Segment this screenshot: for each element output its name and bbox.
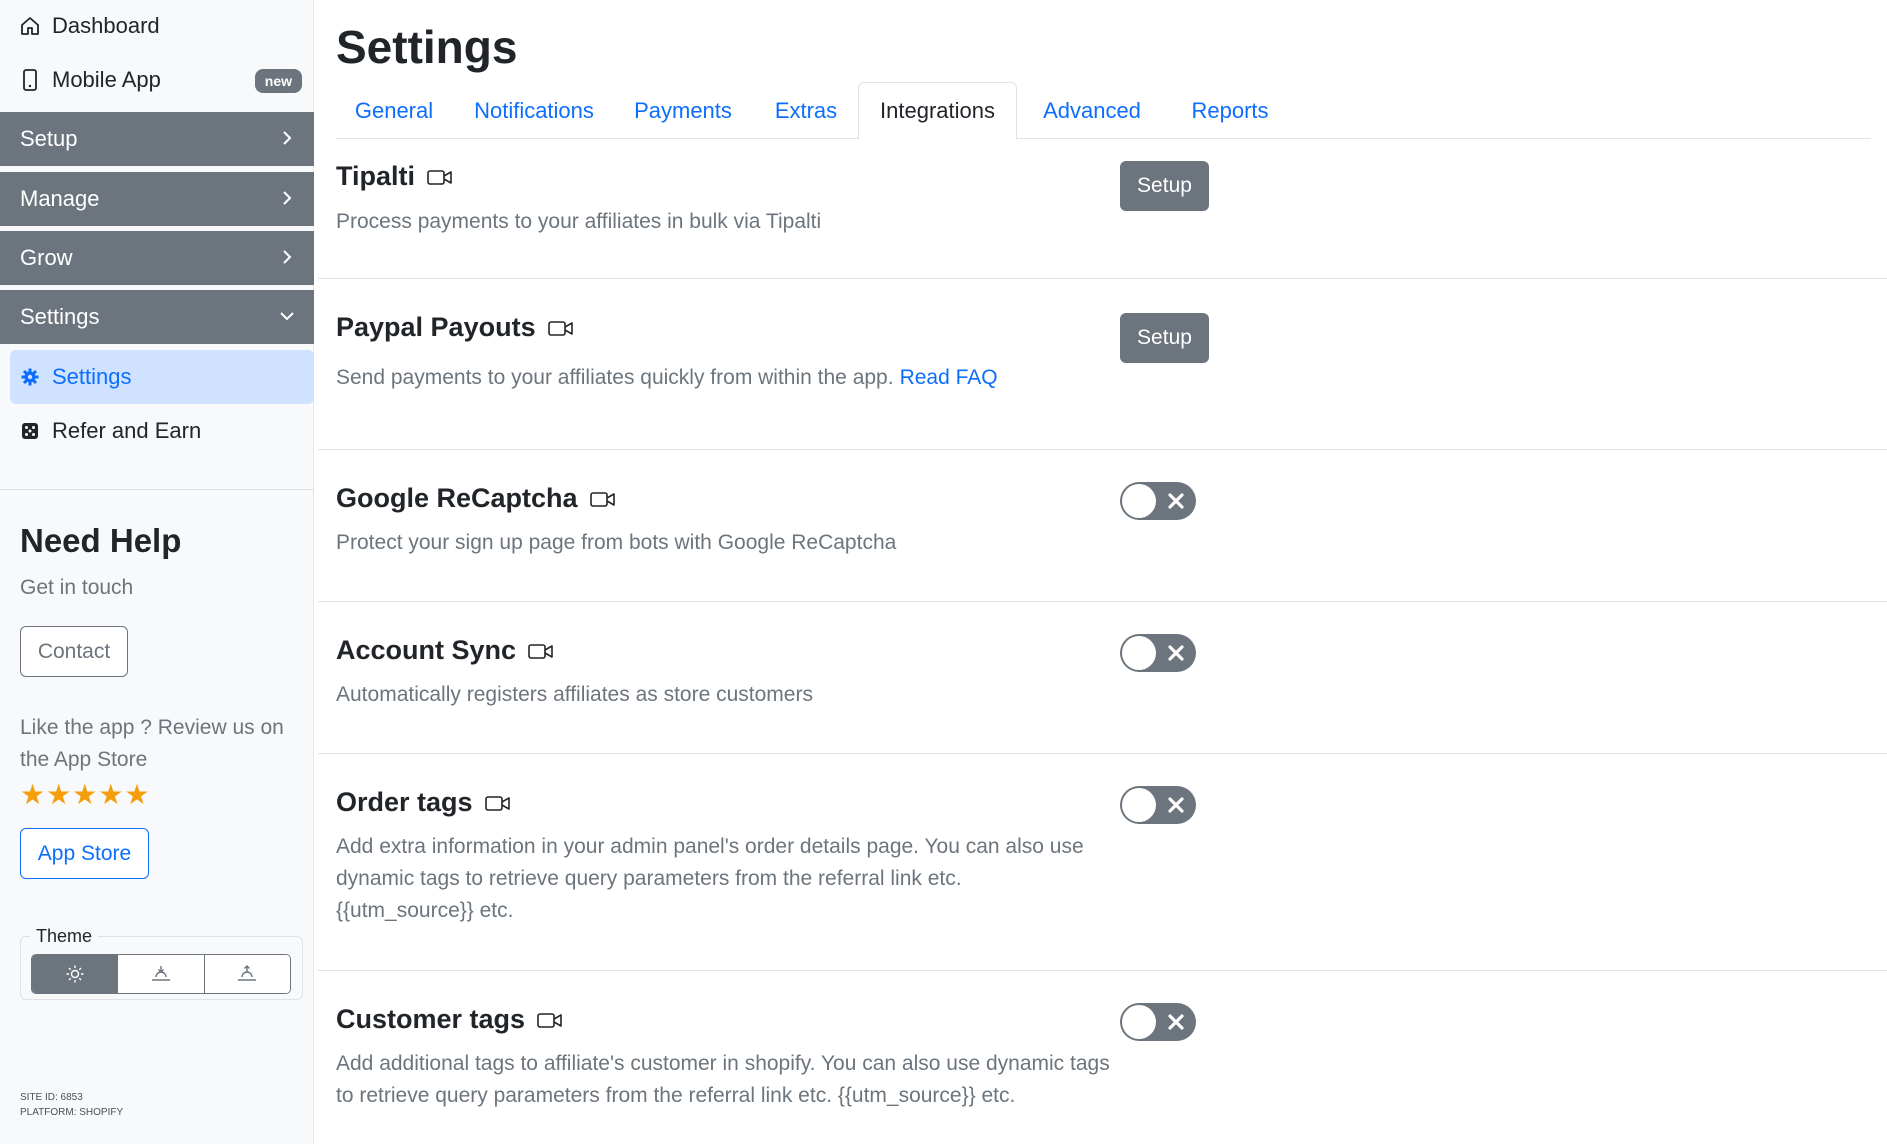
theme-switcher — [31, 954, 291, 994]
review-text: Like the app ? Review us on the App Stor… — [20, 716, 284, 771]
integration-row-account-sync: Account Sync Automatically registers aff… — [318, 602, 1887, 754]
integration-title-text: Tipalti — [336, 161, 416, 191]
integration-title: Tipalti — [336, 161, 453, 192]
integration-row-tipalti: Tipalti Process payments to your affilia… — [318, 139, 1887, 279]
tab-advanced[interactable]: Advanced — [1017, 82, 1167, 139]
integration-title-text: Google ReCaptcha — [336, 483, 578, 513]
theme-sunrise-button[interactable] — [204, 955, 290, 993]
section-label: Settings — [20, 304, 100, 329]
section-label: Manage — [20, 186, 100, 211]
video-icon[interactable] — [589, 490, 616, 508]
integration-row-order-tags: Order tags Add extra information in your… — [318, 754, 1887, 971]
recaptcha-toggle[interactable] — [1120, 482, 1196, 520]
integration-description-text: Send payments to your affiliates quickly… — [336, 366, 894, 389]
integration-description: Add additional tags to affiliate's custo… — [336, 1052, 1110, 1107]
dice-icon — [20, 421, 40, 441]
integration-title: Google ReCaptcha — [336, 483, 616, 514]
toggle-knob — [1122, 1005, 1156, 1039]
platform: PLATFORM: SHOPIFY — [20, 1107, 124, 1118]
theme-light-button[interactable] — [32, 955, 119, 993]
integration-row-google-recaptcha: Google ReCaptcha Protect your sign up pa… — [318, 450, 1887, 602]
integration-title: Account Sync — [336, 635, 554, 666]
phone-icon — [20, 69, 40, 91]
close-icon — [1168, 645, 1184, 661]
video-icon[interactable] — [537, 1011, 563, 1029]
sidebar-item-dashboard[interactable]: Dashboard — [0, 0, 314, 52]
settings-tabs: General Notifications Payments Extras In… — [336, 82, 1871, 140]
integration-title: Order tags — [336, 787, 511, 818]
toggle-knob — [1122, 788, 1156, 822]
sidebar-section-manage[interactable]: Manage — [0, 172, 314, 226]
chevron-right-icon — [283, 250, 292, 264]
close-icon — [1168, 493, 1184, 509]
integration-row-paypal-payouts: Paypal Payouts Send payments to your aff… — [318, 279, 1887, 450]
integration-title-text: Customer tags — [336, 1004, 526, 1034]
app-store-button[interactable]: App Store — [20, 828, 149, 879]
sidebar-item-label: Settings — [52, 364, 132, 389]
page-title: Settings — [336, 21, 518, 73]
sidebar-item-settings[interactable]: Settings — [10, 350, 314, 404]
read-faq-link[interactable]: Read FAQ — [900, 366, 998, 389]
chevron-right-icon — [283, 131, 292, 145]
integration-description: Add extra information in your admin pane… — [336, 835, 1084, 922]
contact-button[interactable]: Contact — [20, 626, 128, 677]
integration-row-customer-tags: Customer tags Add additional tags to aff… — [318, 971, 1887, 1144]
gear-icon — [20, 367, 40, 387]
integration-title-text: Paypal Payouts — [336, 312, 536, 342]
sidebar-item-mobile-app[interactable]: Mobile App new — [0, 54, 314, 106]
section-label: Setup — [20, 126, 78, 151]
sidebar-section-setup[interactable]: Setup — [0, 112, 314, 166]
sidebar-section-grow[interactable]: Grow — [0, 231, 314, 285]
new-badge: new — [254, 69, 302, 93]
tab-integrations[interactable]: Integrations — [858, 82, 1017, 140]
tab-extras[interactable]: Extras — [750, 82, 862, 139]
section-label: Grow — [20, 245, 73, 270]
integration-title-text: Account Sync — [336, 635, 517, 665]
tab-payments[interactable]: Payments — [616, 82, 750, 139]
sidebar-item-refer-earn[interactable]: Refer and Earn — [10, 404, 314, 458]
sidebar: Dashboard Mobile App new Setup Manage Gr… — [0, 0, 314, 1144]
integration-description: Process payments to your affiliates in b… — [336, 210, 822, 233]
sunset-icon — [151, 966, 170, 981]
account-sync-toggle[interactable] — [1120, 634, 1196, 672]
sidebar-section-settings[interactable]: Settings — [0, 290, 314, 344]
sidebar-item-label: Dashboard — [52, 13, 160, 38]
customer-tags-toggle[interactable] — [1120, 1003, 1196, 1041]
video-icon[interactable] — [427, 168, 453, 186]
integration-description: Automatically registers affiliates as st… — [336, 683, 813, 706]
help-subtitle: Get in touch — [20, 576, 134, 599]
order-tags-toggle[interactable] — [1120, 786, 1196, 824]
theme-sunset-button[interactable] — [118, 955, 205, 993]
integration-title: Customer tags — [336, 1004, 563, 1035]
toggle-knob — [1122, 636, 1156, 670]
chevron-down-icon — [280, 312, 294, 321]
close-icon — [1168, 797, 1184, 813]
video-icon[interactable] — [528, 642, 554, 660]
sidebar-item-label: Mobile App — [52, 67, 161, 92]
integration-title-text: Order tags — [336, 787, 473, 817]
tab-reports[interactable]: Reports — [1167, 82, 1293, 139]
tab-notifications[interactable]: Notifications — [452, 82, 616, 139]
theme-legend: Theme — [30, 926, 99, 947]
sunrise-icon — [238, 965, 257, 981]
site-meta: SITE ID: 6853 PLATFORM: SHOPIFY — [20, 1090, 123, 1120]
integration-description: Send payments to your affiliates quickly… — [336, 362, 1136, 394]
toggle-knob — [1122, 484, 1156, 518]
sidebar-item-label: Refer and Earn — [52, 418, 202, 443]
sidebar-divider — [0, 489, 314, 490]
integration-description: Protect your sign up page from bots with… — [336, 531, 897, 554]
help-title: Need Help — [20, 522, 182, 559]
rating-stars: ★★★★★ — [20, 778, 151, 811]
video-icon[interactable] — [484, 794, 511, 812]
home-icon — [20, 15, 40, 37]
video-icon[interactable] — [547, 319, 574, 337]
chevron-right-icon — [283, 191, 292, 205]
paypal-setup-button[interactable]: Setup — [1120, 313, 1209, 363]
sun-icon — [66, 965, 84, 983]
site-id: SITE ID: 6853 — [20, 1092, 83, 1103]
integration-title: Paypal Payouts — [336, 312, 574, 343]
tab-general[interactable]: General — [336, 82, 452, 139]
tipalti-setup-button[interactable]: Setup — [1120, 161, 1209, 211]
close-icon — [1168, 1014, 1184, 1030]
